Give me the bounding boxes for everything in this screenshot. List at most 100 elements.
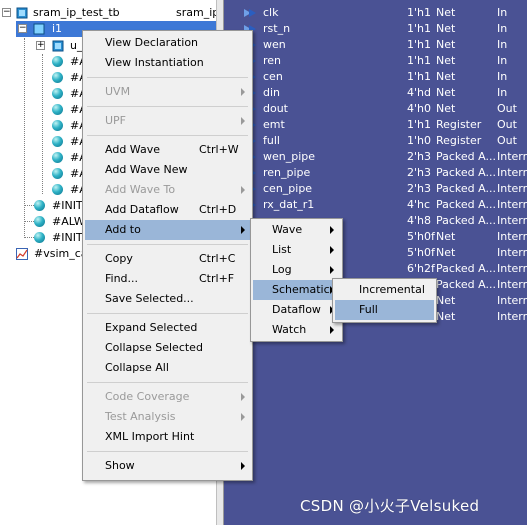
object-row[interactable]: emt 1'h1 Register Out	[224, 117, 527, 133]
object-row[interactable]: wen 1'h1 Net In	[224, 37, 527, 53]
menu-item-label: Collapse Selected	[105, 341, 203, 354]
menu-separator	[87, 77, 248, 78]
menu-item-label: XML Import Hint	[105, 430, 195, 443]
menu-item-label: List	[272, 243, 292, 256]
object-value: 4'h8	[407, 214, 431, 227]
object-row[interactable]: rx_dat_r1 4'hc Packed A... Intern	[224, 197, 527, 213]
object-kind: Net	[436, 6, 456, 19]
menu-separator	[87, 244, 248, 245]
menu-item-label: Save Selected...	[105, 292, 194, 305]
menu-item-expand-selected[interactable]: Expand Selected	[85, 318, 250, 338]
process-icon	[52, 136, 63, 147]
menu-item-label: Add to	[105, 223, 141, 236]
menu-item-log[interactable]: Log	[253, 260, 340, 280]
object-value: 6'h2f	[407, 262, 435, 275]
signal-icon	[244, 9, 256, 17]
tree-item-label: u_	[70, 39, 83, 52]
object-kind: Packed A...	[436, 198, 496, 211]
object-name: wen_pipe	[263, 150, 316, 163]
object-kind: Packed A...	[436, 166, 496, 179]
object-name: rst_n	[263, 22, 291, 35]
object-name: din	[263, 86, 281, 99]
menu-item-label: Schematic	[272, 283, 330, 296]
menu-item-upf: UPF	[85, 111, 250, 131]
menu-item-list[interactable]: List	[253, 240, 340, 260]
instance-icon	[33, 23, 45, 35]
object-direction: In	[497, 70, 508, 83]
menu-item-shortcut: Ctrl+C	[199, 252, 236, 265]
watermark: CSDN @小火子Velsuked	[300, 497, 480, 515]
object-direction: Intern	[497, 182, 527, 195]
menu-item-collapse-all[interactable]: Collapse All	[85, 358, 250, 378]
menu-item-collapse-selected[interactable]: Collapse Selected	[85, 338, 250, 358]
menu-item-copy[interactable]: Copy Ctrl+C	[85, 249, 250, 269]
menu-item-add-wave-new[interactable]: Add Wave New	[85, 160, 250, 180]
object-direction: Intern	[497, 230, 527, 243]
object-kind: Packed A...	[436, 214, 496, 227]
object-kind: Net	[436, 38, 456, 51]
process-icon	[34, 216, 45, 227]
object-direction: Out	[497, 134, 517, 147]
menu-separator	[87, 451, 248, 452]
object-row[interactable]: clk 1'h1 Net In	[224, 5, 527, 21]
object-name: wen	[263, 38, 286, 51]
menu-item-wave[interactable]: Wave	[253, 220, 340, 240]
menu-item-add-dataflow[interactable]: Add Dataflow Ctrl+D	[85, 200, 250, 220]
menu-item-view-instantiation[interactable]: View Instantiation	[85, 53, 250, 73]
object-name: cen	[263, 70, 283, 83]
menu-item-full[interactable]: Full	[335, 300, 434, 320]
menu-item-watch[interactable]: Watch	[253, 320, 340, 340]
tree-row-top[interactable]: − sram_ip_test_tb sram_ip	[0, 5, 219, 21]
object-kind: Packed A...	[436, 150, 496, 163]
object-direction: Intern	[497, 214, 527, 227]
object-row[interactable]: full 1'h0 Register Out	[224, 133, 527, 149]
menu-item-label: View Instantiation	[105, 56, 204, 69]
object-value: 4'h0	[407, 102, 431, 115]
menu-item-find[interactable]: Find... Ctrl+F	[85, 269, 250, 289]
object-row[interactable]: din 4'hd Net In	[224, 85, 527, 101]
tree-root-name: sram_ip_test_tb	[33, 6, 120, 19]
menu-item-label: Log	[272, 263, 292, 276]
process-icon	[52, 88, 63, 99]
collapse-icon[interactable]: −	[18, 24, 27, 33]
object-kind: Net	[436, 22, 456, 35]
object-direction: In	[497, 22, 508, 35]
menu-item-test-analysis: Test Analysis	[85, 407, 250, 427]
object-row[interactable]: rst_n 1'h1 Net In	[224, 21, 527, 37]
object-kind: Net	[436, 102, 456, 115]
expand-icon[interactable]: +	[36, 41, 45, 50]
submenu-arrow-icon	[241, 88, 245, 96]
context-menu: View Declaration View Instantiation UVM UPF…	[82, 30, 253, 481]
object-row[interactable]: ren_pipe 2'h3 Packed A... Intern	[224, 165, 527, 181]
menu-item-schematic[interactable]: Schematic	[253, 280, 340, 300]
menu-item-show[interactable]: Show	[85, 456, 250, 476]
process-icon	[52, 184, 63, 195]
object-value: 1'h1	[407, 22, 431, 35]
object-value: 5'h0f	[407, 230, 435, 243]
menu-item-dataflow[interactable]: Dataflow	[253, 300, 340, 320]
menu-item-save-selected[interactable]: Save Selected...	[85, 289, 250, 309]
menu-item-add-to[interactable]: Add to	[85, 220, 250, 240]
menu-item-view-declaration[interactable]: View Declaration	[85, 33, 250, 53]
menu-separator	[87, 382, 248, 383]
menu-item-add-wave[interactable]: Add Wave Ctrl+W	[85, 140, 250, 160]
menu-item-incremental[interactable]: Incremental	[335, 280, 434, 300]
object-direction: Intern	[497, 246, 527, 259]
object-row[interactable]: wen_pipe 2'h3 Packed A... Intern	[224, 149, 527, 165]
menu-item-label: Code Coverage	[105, 390, 190, 403]
submenu-arrow-icon	[330, 246, 334, 254]
submenu-arrow-icon	[241, 186, 245, 194]
menu-item-label: Add Dataflow	[105, 203, 179, 216]
object-row[interactable]: ren 1'h1 Net In	[224, 53, 527, 69]
menu-item-label: Show	[105, 459, 135, 472]
object-kind: Net	[436, 294, 456, 307]
object-row[interactable]: cen 1'h1 Net In	[224, 69, 527, 85]
object-direction: Intern	[497, 166, 527, 179]
menu-item-xml-import-hint[interactable]: XML Import Hint	[85, 427, 250, 447]
object-row[interactable]: dout 4'h0 Net Out	[224, 101, 527, 117]
collapse-icon[interactable]: −	[2, 8, 11, 17]
object-row[interactable]: cen_pipe 2'h3 Packed A... Intern	[224, 181, 527, 197]
object-name: clk	[263, 6, 279, 19]
menu-item-code-coverage: Code Coverage	[85, 387, 250, 407]
menu-item-label: Add Wave New	[105, 163, 188, 176]
